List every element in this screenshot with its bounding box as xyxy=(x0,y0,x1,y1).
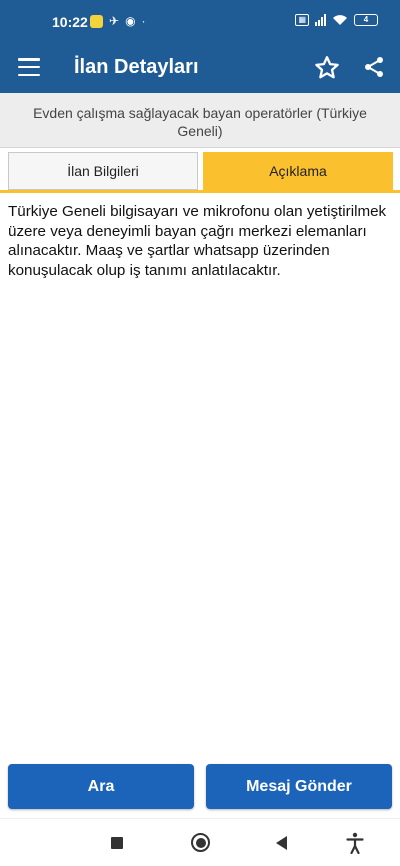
app-notification-icon: ✈ xyxy=(109,14,120,28)
menu-icon[interactable] xyxy=(18,58,40,76)
status-bar: 10:22 ✈ ◉ · ▦ 4 xyxy=(0,0,400,44)
back-icon[interactable] xyxy=(276,836,287,850)
notification-icon xyxy=(90,14,103,28)
system-nav-bar xyxy=(0,818,400,866)
send-message-button[interactable]: Mesaj Gönder xyxy=(206,764,392,809)
share-icon[interactable] xyxy=(362,55,386,79)
app-bar: İlan Detayları xyxy=(0,44,400,93)
notification-icons: ✈ ◉ · xyxy=(90,14,146,28)
recent-apps-icon[interactable] xyxy=(111,837,123,849)
status-time: 10:22 xyxy=(52,14,88,30)
top-bar: 10:22 ✈ ◉ · ▦ 4 İlan Detayları xyxy=(0,0,400,93)
listing-description: Türkiye Geneli bilgisayarı ve mikrofonu … xyxy=(8,203,387,279)
tab-underline xyxy=(0,190,400,193)
accessibility-icon[interactable] xyxy=(346,832,364,854)
wifi-icon xyxy=(333,15,347,25)
tab-listing-info[interactable]: İlan Bilgileri xyxy=(8,152,198,190)
home-icon[interactable] xyxy=(191,833,210,852)
page-title: İlan Detayları xyxy=(74,56,199,78)
chrome-icon: ◉ xyxy=(125,14,136,28)
battery-icon: 4 xyxy=(354,14,378,26)
star-icon[interactable] xyxy=(313,54,341,82)
system-icons: ▦ 4 xyxy=(295,14,378,26)
signal-icon xyxy=(315,14,326,26)
tab-bar: İlan Bilgileri Açıklama xyxy=(0,148,400,193)
call-button[interactable]: Ara xyxy=(8,764,194,809)
volte-icon: ▦ xyxy=(295,14,309,26)
listing-title: Evden çalışma sağlayacak bayan operatörl… xyxy=(0,93,400,148)
more-notifications-icon: · xyxy=(141,14,146,28)
tab-description[interactable]: Açıklama xyxy=(203,152,393,190)
